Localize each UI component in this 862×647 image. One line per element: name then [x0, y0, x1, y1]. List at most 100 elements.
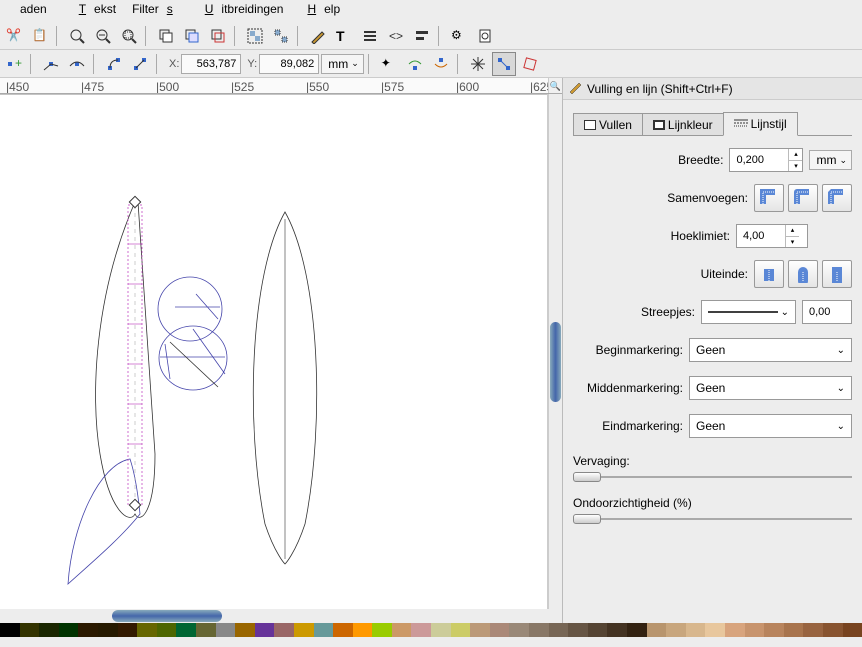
color-swatch[interactable]	[764, 623, 784, 637]
color-swatch[interactable]	[59, 623, 79, 637]
color-swatch[interactable]	[705, 623, 725, 637]
color-swatch[interactable]	[118, 623, 138, 637]
color-swatch[interactable]	[294, 623, 314, 637]
color-swatch[interactable]	[411, 623, 431, 637]
zoom-1-button[interactable]	[65, 24, 89, 48]
width-unit-select[interactable]: mm	[809, 150, 852, 170]
menu-item-uitbreidingen[interactable]: Uitbreidingen	[189, 0, 292, 22]
to-curve-button[interactable]	[102, 52, 126, 76]
fill-stroke-button[interactable]	[306, 24, 330, 48]
color-swatch[interactable]	[176, 623, 196, 637]
cap-round-button[interactable]	[788, 260, 818, 288]
unit-select[interactable]: mm	[321, 54, 364, 74]
show-outline-button[interactable]	[518, 52, 542, 76]
clone-button[interactable]	[180, 24, 204, 48]
cut-button[interactable]: ✂️	[2, 24, 26, 48]
blur-slider[interactable]	[573, 472, 852, 482]
color-swatch[interactable]	[470, 623, 490, 637]
join-bevel-button[interactable]	[822, 184, 852, 212]
menu-item-filters[interactable]: Filters	[124, 0, 189, 22]
y-input[interactable]	[259, 54, 319, 74]
menu-item-help[interactable]: Help	[291, 0, 348, 22]
color-swatch[interactable]	[588, 623, 608, 637]
color-swatch[interactable]	[255, 623, 275, 637]
color-swatch[interactable]	[157, 623, 177, 637]
docprops-button[interactable]	[473, 24, 497, 48]
color-swatch[interactable]	[686, 623, 706, 637]
cap-butt-button[interactable]	[754, 260, 784, 288]
menu-item[interactable]: aden	[4, 0, 63, 22]
zoom-sel-button[interactable]	[117, 24, 141, 48]
color-swatch[interactable]	[372, 623, 392, 637]
color-swatch[interactable]	[39, 623, 59, 637]
prefs-button[interactable]: ⚙	[447, 24, 471, 48]
zoom-fit-button[interactable]	[91, 24, 115, 48]
marker-mid-select[interactable]: Geen	[689, 376, 852, 400]
vertical-scrollbar[interactable]	[548, 94, 562, 609]
zoom-corner-button[interactable]: 🔍	[548, 78, 562, 94]
node-corner-button[interactable]	[39, 52, 63, 76]
text-button[interactable]: T	[332, 24, 356, 48]
color-swatch[interactable]	[549, 623, 569, 637]
color-swatch[interactable]	[490, 623, 510, 637]
color-swatch[interactable]	[451, 623, 471, 637]
transform-button[interactable]	[466, 52, 490, 76]
marker-start-select[interactable]: Geen	[689, 338, 852, 362]
color-swatch[interactable]	[78, 623, 98, 637]
marker-end-select[interactable]: Geen	[689, 414, 852, 438]
horizontal-ruler[interactable]: |450 |475 |500 |525 |550 |575 |600 |625 …	[0, 78, 562, 94]
color-swatch[interactable]	[333, 623, 353, 637]
align-button[interactable]	[410, 24, 434, 48]
mask-edit-button[interactable]	[429, 52, 453, 76]
color-swatch[interactable]	[627, 623, 647, 637]
color-swatch[interactable]	[529, 623, 549, 637]
tab-stroke-color[interactable]: Lijnkleur	[642, 113, 724, 135]
color-swatch[interactable]	[314, 623, 334, 637]
ungroup-button[interactable]	[269, 24, 293, 48]
cap-square-button[interactable]	[822, 260, 852, 288]
color-swatch[interactable]	[137, 623, 157, 637]
xml-button[interactable]: <>	[384, 24, 408, 48]
color-swatch[interactable]	[568, 623, 588, 637]
dash-pattern-select[interactable]	[701, 300, 796, 324]
color-swatch[interactable]	[0, 623, 20, 637]
color-swatch[interactable]	[666, 623, 686, 637]
dash-offset-input[interactable]	[802, 300, 852, 324]
drawing-canvas[interactable]	[0, 94, 548, 609]
tab-stroke-style[interactable]: Lijnstijl	[723, 112, 798, 136]
color-swatch[interactable]	[392, 623, 412, 637]
duplicate-button[interactable]	[154, 24, 178, 48]
color-swatch[interactable]	[823, 623, 843, 637]
tab-fill[interactable]: Vullen	[573, 113, 643, 135]
opacity-slider[interactable]	[573, 514, 852, 524]
color-swatch[interactable]	[274, 623, 294, 637]
horizontal-scrollbar[interactable]	[0, 609, 562, 623]
show-handles-button[interactable]	[492, 52, 516, 76]
layers-button[interactable]	[358, 24, 382, 48]
color-swatch[interactable]	[235, 623, 255, 637]
unlink-button[interactable]	[206, 24, 230, 48]
color-swatch[interactable]	[216, 623, 236, 637]
scrollbar-thumb[interactable]	[550, 322, 561, 402]
node-add-button[interactable]: +	[2, 52, 26, 76]
to-line-button[interactable]	[128, 52, 152, 76]
x-input[interactable]	[181, 54, 241, 74]
join-round-button[interactable]	[788, 184, 818, 212]
stroke-width-input[interactable]: ▴▾	[729, 148, 803, 172]
color-swatch[interactable]	[20, 623, 40, 637]
paste-button[interactable]: 📋	[28, 24, 52, 48]
color-swatch[interactable]	[98, 623, 118, 637]
clip-edit-button[interactable]	[403, 52, 427, 76]
menu-item-tekst[interactable]: Tekst	[63, 0, 124, 22]
color-swatch[interactable]	[647, 623, 667, 637]
color-swatch[interactable]	[509, 623, 529, 637]
color-swatch[interactable]	[784, 623, 804, 637]
color-swatch[interactable]	[353, 623, 373, 637]
color-swatch[interactable]	[725, 623, 745, 637]
color-swatch[interactable]	[196, 623, 216, 637]
color-swatch[interactable]	[745, 623, 765, 637]
join-miter-button[interactable]	[754, 184, 784, 212]
color-swatch[interactable]	[431, 623, 451, 637]
group-button[interactable]	[243, 24, 267, 48]
color-swatch[interactable]	[803, 623, 823, 637]
